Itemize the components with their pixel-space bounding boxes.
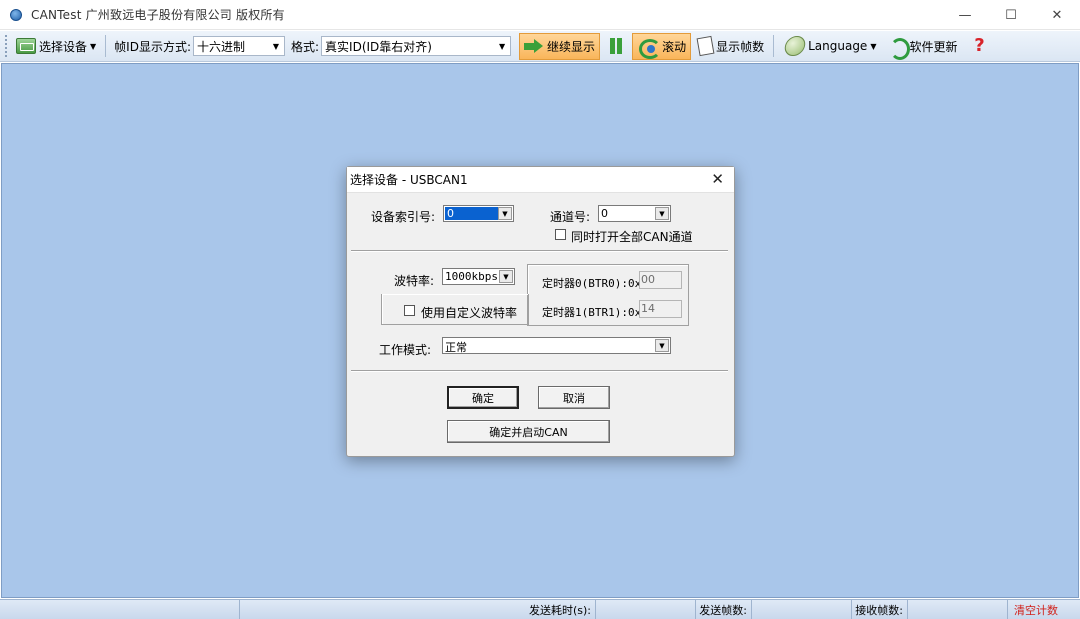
select-device-label: 选择设备 [39,39,88,54]
work-mode-value: 正常 [445,341,467,354]
format-label: 格式: [291,39,320,54]
refresh-icon [888,36,911,60]
open-all-channels-label: 同时打开全部CAN通道 [571,230,693,244]
status-cell-empty [0,600,240,619]
title-bar: CANTest 广州致远电子股份有限公司 版权所有 — ☐ ✕ [0,0,1080,30]
select-device-button[interactable]: 选择设备 ▼ [11,33,101,60]
show-frames-label: 显示帧数 [716,39,765,54]
globe-icon [782,36,808,56]
device-index-value: 0 [445,207,498,220]
chevron-down-icon: ▼ [870,41,877,51]
app-icon [10,8,22,21]
minimize-button[interactable]: — [942,0,988,30]
baud-rate-value: 1000kbps [445,270,498,283]
main-toolbar: 选择设备 ▼ 帧ID显示方式: 十六进制 ▼ 格式: 真实ID(ID靠右对齐) … [0,31,1080,62]
baud-rate-select[interactable]: 1000kbps ▼ [442,268,515,285]
chevron-down-icon: ▼ [90,41,97,51]
continue-display-button[interactable]: 继续显示 [519,32,601,60]
scroll-button[interactable]: 滚动 [632,32,692,60]
timer1-label: 定时器1(BTR1):0x [542,306,642,319]
ok-button[interactable]: 确定 [447,386,519,409]
clear-count-button[interactable]: 清空计数 [1008,600,1080,619]
help-icon: ? [974,35,985,56]
recv-frames-label: 接收帧数: [852,600,908,619]
recv-frames-value [908,600,1008,619]
cancel-button[interactable]: 取消 [538,386,610,409]
open-all-channels-checkbox[interactable] [555,229,566,240]
chevron-down-icon[interactable]: ▼ [498,207,512,220]
device-icon [16,38,36,54]
device-index-select[interactable]: 0 ▼ [443,205,514,222]
chevron-down-icon[interactable]: ▼ [269,38,283,54]
send-time-value [596,600,696,619]
chevron-down-icon[interactable]: ▼ [499,270,513,283]
frame-id-label: 帧ID显示方式: [114,39,191,54]
send-time-label: 发送耗时(s): [240,600,596,619]
work-mode-label: 工作模式: [379,343,432,357]
channel-label: 通道号: [550,210,591,224]
chevron-down-icon[interactable]: ▼ [495,38,509,54]
close-button[interactable]: ✕ [1034,0,1080,30]
send-frames-value [752,600,852,619]
language-button[interactable]: Language ▼ [780,33,881,60]
toolbar-separator [105,35,107,57]
pause-icon [607,37,625,55]
channel-select[interactable]: 0 ▼ [598,205,671,222]
format-select[interactable]: 真实ID(ID靠右对齐) ▼ [321,36,512,56]
device-index-label: 设备索引号: [371,210,436,224]
work-mode-select[interactable]: 正常 ▼ [442,337,671,354]
toolbar-grip[interactable] [5,35,9,57]
maximize-button[interactable]: ☐ [988,0,1034,30]
window-controls: — ☐ ✕ [942,0,1080,30]
send-frames-label: 发送帧数: [696,600,752,619]
continue-display-label: 继续显示 [547,39,596,54]
baud-rate-label: 波特率: [394,274,435,288]
channel-value: 0 [601,207,608,220]
select-device-dialog: 选择设备 - USBCAN1 ✕ 设备索引号: 0 ▼ 通道号: 0 ▼ 同时打… [346,166,735,457]
dialog-title: 选择设备 - USBCAN1 [350,173,468,187]
timer1-input[interactable]: 14 [639,300,682,318]
dialog-close-icon[interactable]: ✕ [711,170,724,188]
software-update-button[interactable]: 软件更新 [883,33,962,60]
dialog-title-bar: 选择设备 - USBCAN1 [347,167,734,193]
frame-id-select[interactable]: 十六进制 ▼ [193,36,285,56]
show-frames-button[interactable]: 显示帧数 [693,33,769,60]
scroll-icon [637,36,662,59]
chevron-down-icon[interactable]: ▼ [655,207,669,220]
play-arrow-icon [524,38,544,54]
timer0-label: 定时器0(BTR0):0x [542,277,642,290]
language-label: Language [808,39,868,53]
divider [351,370,728,372]
help-button[interactable]: ? [965,33,995,60]
toolbar-separator [773,35,775,57]
custom-baud-checkbox[interactable] [404,305,415,316]
scroll-label: 滚动 [662,39,687,54]
frame-id-value: 十六进制 [197,39,246,54]
chevron-down-icon[interactable]: ▼ [655,339,669,352]
timer0-input[interactable]: 00 [639,271,682,289]
ok-start-can-button[interactable]: 确定并启动CAN [447,420,610,443]
window-title: CANTest 广州致远电子股份有限公司 版权所有 [31,8,285,22]
format-value: 真实ID(ID靠右对齐) [325,39,432,54]
document-icon [696,35,715,57]
divider [351,250,728,252]
software-update-label: 软件更新 [909,39,958,54]
status-bar: 发送耗时(s): 发送帧数: 接收帧数: 清空计数 [0,599,1080,619]
custom-baud-label: 使用自定义波特率 [421,306,518,320]
pause-button[interactable] [602,33,630,60]
